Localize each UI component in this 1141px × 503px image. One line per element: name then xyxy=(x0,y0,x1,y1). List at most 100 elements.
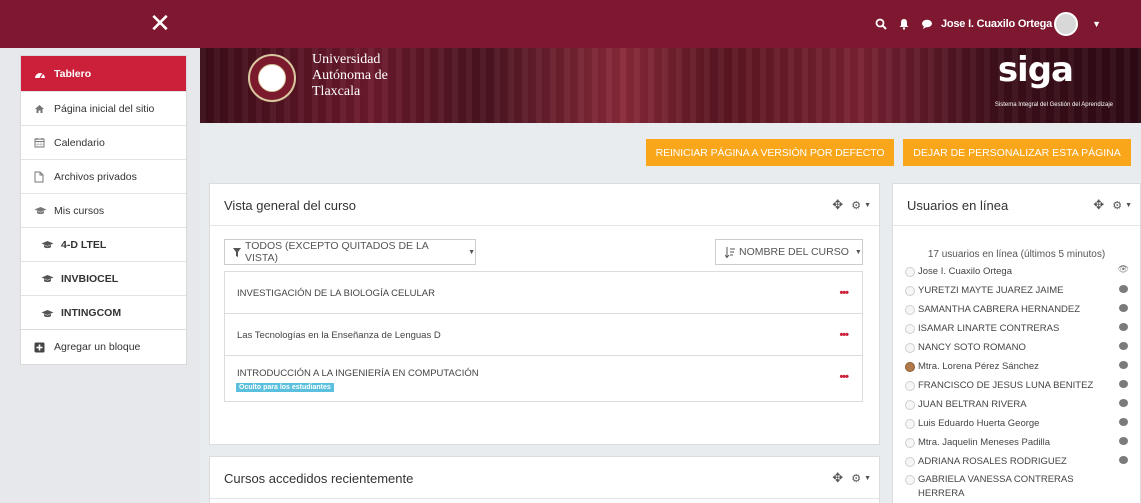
move-icon[interactable]: ✥ xyxy=(1093,198,1104,213)
list-item[interactable]: NANCY SOTO ROMANO xyxy=(905,338,1128,357)
user-name[interactable]: Mtra. Lorena Pérez Sánchez xyxy=(918,361,1039,372)
message-icon[interactable] xyxy=(1119,304,1128,312)
sidebar-item-home[interactable]: Página inicial del sitio xyxy=(21,92,186,126)
avatar xyxy=(905,285,915,296)
graduation-cap-icon xyxy=(41,309,59,318)
list-item[interactable]: Mtra. Jaquelin Meneses Padilla xyxy=(905,433,1128,452)
message-icon[interactable] xyxy=(1119,323,1128,331)
course-name[interactable]: Las Tecnologías en la Enseñanza de Lengu… xyxy=(237,330,441,341)
user-name[interactable]: NANCY SOTO ROMANO xyxy=(918,342,1026,353)
block-title: Cursos accedidos recientemente xyxy=(224,471,414,486)
siga-logo: siga xyxy=(997,50,1074,90)
sidebar-item-course-4dltel[interactable]: 4-D LTEL xyxy=(21,228,186,262)
user-name[interactable]: GABRIELA VANESSA CONTRERAS HERRERA xyxy=(918,473,1108,501)
stop-customising-button[interactable]: DEJAR DE PERSONALIZAR ESTA PÁGINA xyxy=(903,139,1131,166)
bell-icon[interactable] xyxy=(894,14,914,34)
chat-icon[interactable] xyxy=(917,14,937,34)
block-controls: ✥ ⚙ ▼ xyxy=(832,198,871,213)
user-name[interactable]: SAMANTHA CABRERA HERNANDEZ xyxy=(918,304,1080,315)
course-filter-dropdown[interactable]: TODOS (EXCEPTO QUITADOS DE LA VISTA) ▼ xyxy=(224,239,476,265)
add-block-button[interactable]: Agregar un bloque xyxy=(21,330,186,364)
message-icon[interactable] xyxy=(1119,399,1128,407)
sort-icon xyxy=(725,246,735,258)
gear-icon[interactable]: ⚙ xyxy=(1112,199,1122,212)
online-users-block: Usuarios en línea ✥ ⚙ ▼ 17 usuarios en l… xyxy=(892,183,1141,503)
user-name[interactable]: ADRIANA ROSALES RODRIGUEZ xyxy=(918,456,1067,467)
list-item[interactable]: Las Tecnologías en la Enseñanza de Lengu… xyxy=(225,314,862,356)
user-menu-area: Jose I. Cuaxilo Ortega ▼ xyxy=(868,12,1141,36)
dashboard-icon xyxy=(34,69,52,79)
sidebar-item-label: INVBIOCEL xyxy=(61,272,119,285)
sidebar-item-tablero[interactable]: Tablero xyxy=(21,56,186,92)
avatar xyxy=(905,475,915,485)
avatar xyxy=(905,304,915,315)
avatar[interactable] xyxy=(1054,12,1079,36)
list-item[interactable]: JUAN BELTRAN RIVERA xyxy=(905,395,1128,414)
block-controls: ✥ ⚙ ▼ xyxy=(1093,198,1132,213)
filter-icon xyxy=(233,247,241,257)
move-icon[interactable]: ✥ xyxy=(832,471,843,486)
list-item[interactable]: Luis Eduardo Huerta George xyxy=(905,414,1128,433)
user-name[interactable]: ISAMAR LINARTE CONTRERAS xyxy=(918,323,1059,334)
list-item[interactable]: YURETZI MAYTE JUAREZ JAIME xyxy=(905,281,1128,300)
avatar xyxy=(905,437,915,448)
block-header: Usuarios en línea ✥ ⚙ ▼ xyxy=(893,184,1140,226)
move-icon[interactable]: ✥ xyxy=(832,198,843,213)
chevron-down-icon[interactable]: ▼ xyxy=(1092,19,1101,29)
avatar xyxy=(905,361,915,372)
user-name[interactable]: Luis Eduardo Huerta George xyxy=(918,418,1039,429)
list-item[interactable]: Jose I. Cuaxilo Ortega 👁 xyxy=(905,262,1129,281)
user-name[interactable]: YURETZI MAYTE JUAREZ JAIME xyxy=(918,285,1064,296)
message-icon[interactable] xyxy=(1119,437,1128,445)
list-item[interactable]: SAMANTHA CABRERA HERNANDEZ xyxy=(905,300,1128,319)
more-options-icon[interactable]: ••• xyxy=(839,287,849,299)
block-header: Vista general del curso ✥ ⚙ ▼ xyxy=(210,184,879,226)
close-drawer-button[interactable]: ✕ xyxy=(140,10,180,38)
university-name: Universidad Autónoma de Tlaxcala xyxy=(312,52,388,99)
avatar xyxy=(905,399,915,410)
sidebar-item-calendar[interactable]: Calendario xyxy=(21,126,186,160)
sidebar-item-course-invbiocel[interactable]: INVBIOCEL xyxy=(21,262,186,296)
chevron-down-icon[interactable]: ▼ xyxy=(864,475,871,482)
course-name[interactable]: INTRODUCCIÓN A LA INGENIERÍA EN COMPUTAC… xyxy=(237,368,479,379)
add-block-label: Agregar un bloque xyxy=(54,341,141,353)
course-overview-block: Vista general del curso ✥ ⚙ ▼ TODOS (EXC… xyxy=(209,183,880,445)
gear-icon[interactable]: ⚙ xyxy=(851,472,861,485)
reset-page-button[interactable]: REINICIAR PÁGINA A VERSIÓN POR DEFECTO xyxy=(646,139,894,166)
sidebar-item-private-files[interactable]: Archivos privados xyxy=(21,160,186,194)
list-item[interactable]: GABRIELA VANESSA CONTRERAS HERRERA xyxy=(905,471,1128,501)
user-name[interactable]: FRANCISCO DE JESUS LUNA BENITEZ xyxy=(918,380,1093,391)
sidebar-item-course-intingcom[interactable]: INTINGCOM xyxy=(21,296,186,330)
message-icon[interactable] xyxy=(1119,285,1128,293)
sidebar-nav: Tablero Página inicial del sitio Calenda… xyxy=(20,55,187,331)
list-item[interactable]: FRANCISCO DE JESUS LUNA BENITEZ xyxy=(905,376,1128,395)
more-options-icon[interactable]: ••• xyxy=(839,371,849,383)
sidebar-item-label: Archivos privados xyxy=(54,170,137,183)
sidebar-item-my-courses[interactable]: Mis cursos xyxy=(21,194,186,228)
list-item[interactable]: Mtra. Lorena Pérez Sánchez xyxy=(905,357,1128,376)
home-icon xyxy=(34,104,52,114)
list-item[interactable]: INVESTIGACIÓN DE LA BIOLOGÍA CELULAR ••• xyxy=(225,272,862,314)
user-name[interactable]: Mtra. Jaquelin Meneses Padilla xyxy=(918,437,1050,448)
more-options-icon[interactable]: ••• xyxy=(839,329,849,341)
user-name[interactable]: Jose I. Cuaxilo Ortega xyxy=(941,18,1052,30)
siga-logo-subtitle: Sistema Integral del Gestión del Aprendi… xyxy=(994,102,1113,108)
user-name[interactable]: Jose I. Cuaxilo Ortega xyxy=(918,266,1012,277)
message-icon[interactable] xyxy=(1119,456,1128,464)
list-item[interactable]: ADRIANA ROSALES RODRIGUEZ xyxy=(905,452,1128,471)
course-name[interactable]: INVESTIGACIÓN DE LA BIOLOGÍA CELULAR xyxy=(237,288,435,299)
message-icon[interactable] xyxy=(1119,342,1128,350)
gear-icon[interactable]: ⚙ xyxy=(851,199,861,212)
chevron-down-icon[interactable]: ▼ xyxy=(1125,202,1132,209)
message-icon[interactable] xyxy=(1119,380,1128,388)
list-item[interactable]: ISAMAR LINARTE CONTRERAS xyxy=(905,319,1128,338)
message-icon[interactable] xyxy=(1119,361,1128,369)
eye-icon[interactable]: 👁 xyxy=(1118,265,1129,275)
list-item[interactable]: INTRODUCCIÓN A LA INGENIERÍA EN COMPUTAC… xyxy=(225,356,862,401)
user-name[interactable]: JUAN BELTRAN RIVERA xyxy=(918,399,1027,410)
block-title: Usuarios en línea xyxy=(907,198,1009,213)
search-icon[interactable] xyxy=(871,14,891,34)
chevron-down-icon[interactable]: ▼ xyxy=(864,202,871,209)
course-sort-dropdown[interactable]: NOMBRE DEL CURSO ▼ xyxy=(715,239,863,265)
message-icon[interactable] xyxy=(1119,418,1128,426)
